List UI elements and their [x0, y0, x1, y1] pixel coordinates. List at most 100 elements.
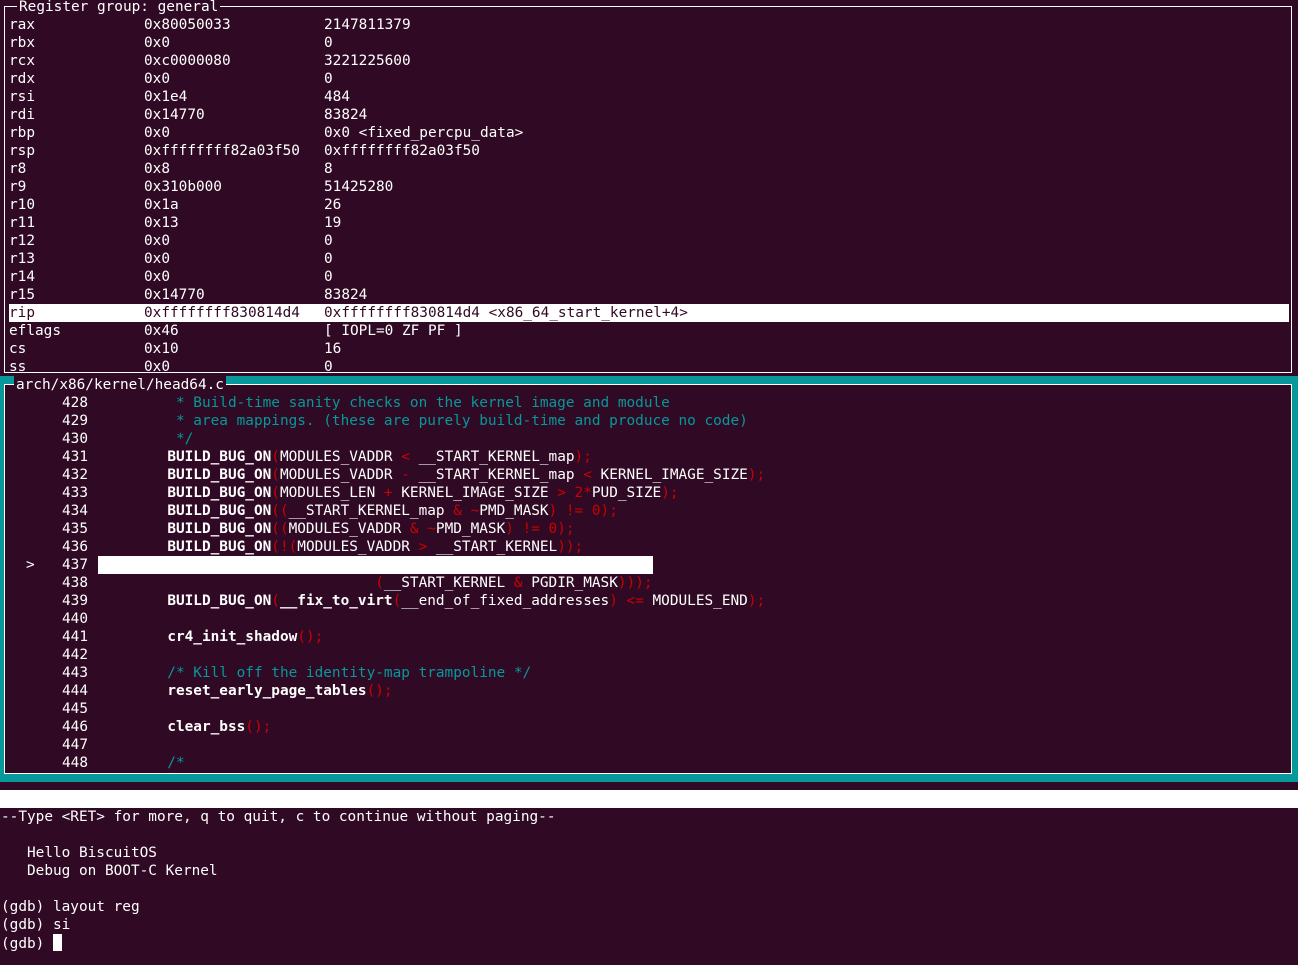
- source-line[interactable]: 434 BUILD_BUG_ON((__START_KERNEL_map & ~…: [8, 502, 1290, 520]
- source-line[interactable]: 438 (__START_KERNEL & PGDIR_MASK)));: [8, 574, 1290, 592]
- register-hex-value: 0x0: [144, 233, 170, 249]
- register-row-r12[interactable]: r12 0x0 0: [9, 232, 1289, 250]
- source-line[interactable]: 444 reset_early_page_tables();: [8, 682, 1290, 700]
- code-token: PMD_MASK: [435, 521, 506, 537]
- register-row-rdi[interactable]: rdi 0x14770 83824: [9, 106, 1289, 124]
- register-hex-value: 0x8: [144, 161, 170, 177]
- register-hex-value: 0x0: [144, 125, 170, 141]
- code-token: ((: [271, 521, 289, 537]
- register-row-r9[interactable]: r9 0x310b000 51425280: [9, 178, 1289, 196]
- line-number: 446: [62, 719, 88, 735]
- register-name: rbx: [9, 35, 35, 51]
- source-line[interactable]: 443 /* Kill off the identity-map trampol…: [8, 664, 1290, 682]
- register-natural-value: 0xffffffff830814d4 <x86_64_start_kernel+…: [324, 305, 688, 321]
- source-line[interactable]: 429 * area mappings. (these are purely b…: [8, 412, 1290, 430]
- source-line[interactable]: 428 * Build-time sanity checks on the ke…: [8, 394, 1290, 412]
- register-name: r10: [9, 197, 35, 213]
- code-token: BUILD_BUG_ON: [167, 449, 272, 465]
- source-lines[interactable]: 428 * Build-time sanity checks on the ke…: [8, 394, 1290, 772]
- source-line[interactable]: 448 /*: [8, 754, 1290, 772]
- register-row-r11[interactable]: r11 0x13 19: [9, 214, 1289, 232]
- register-natural-value: 0: [324, 233, 333, 249]
- line-number: 443: [62, 665, 88, 681]
- register-list[interactable]: rax 0x80050033 2147811379 rbx 0x0 0 rcx 0xc0000…: [9, 16, 1289, 371]
- code-token: __START_KERNEL_map: [409, 467, 584, 483]
- code-token: ();: [297, 629, 324, 645]
- register-name: r8: [9, 161, 27, 177]
- source-line[interactable]: 430 */: [8, 430, 1290, 448]
- register-name: rdx: [9, 71, 35, 87]
- code-token: PUD_SIZE: [591, 485, 662, 501]
- source-line[interactable]: 431 BUILD_BUG_ON(MODULES_VADDR < __START…: [8, 448, 1290, 466]
- register-row-rsp[interactable]: rsp 0xffffffff82a03f50 0xffffffff82a03f50: [9, 142, 1289, 160]
- register-natural-value: 83824: [324, 287, 368, 303]
- code-token: __end_of_fixed_addresses: [401, 593, 610, 609]
- console-prompt-line[interactable]: (gdb): [1, 934, 556, 952]
- register-row-ss[interactable]: ss 0x0 0: [9, 358, 1289, 371]
- line-number: 432: [62, 467, 88, 483]
- register-row-r15[interactable]: r15 0x14770 83824: [9, 286, 1289, 304]
- source-line[interactable]: 433 BUILD_BUG_ON(MODULES_LEN + KERNEL_IM…: [8, 484, 1290, 502]
- source-line[interactable]: 442: [8, 646, 1290, 664]
- source-line[interactable]: 436 BUILD_BUG_ON(!(MODULES_VADDR > __STA…: [8, 538, 1290, 556]
- register-name: rsi: [9, 89, 35, 105]
- source-line[interactable]: 447: [8, 736, 1290, 754]
- code-token: (: [271, 485, 280, 501]
- register-name: r13: [9, 251, 35, 267]
- register-row-rax[interactable]: rax 0x80050033 2147811379: [9, 16, 1289, 34]
- source-line[interactable]: 440: [8, 610, 1290, 628]
- register-hex-value: 0x0: [144, 71, 170, 87]
- register-row-rbp[interactable]: rbp 0x0 0x0 <fixed_percpu_data>: [9, 124, 1289, 142]
- register-natural-value: 0: [324, 359, 333, 371]
- code-token: &: [513, 575, 523, 591]
- source-line-current[interactable]: >437 MAYBE_BUILD_BUG_ON(!(((MODULES_END …: [8, 556, 1290, 574]
- code-token: ));: [557, 539, 584, 555]
- code-token: ) <=: [609, 593, 644, 609]
- line-number: 447: [62, 737, 88, 753]
- source-code: * area mappings. (these are purely build…: [98, 412, 748, 430]
- register-name: ss: [9, 359, 27, 371]
- register-row-eflags[interactable]: eflags 0x46 [ IOPL=0 ZF PF ]: [9, 322, 1289, 340]
- line-number: 440: [62, 611, 88, 627]
- gdb-console[interactable]: --Type <RET> for more, q to quit, c to c…: [1, 808, 556, 952]
- console-line: (gdb) layout reg: [1, 899, 140, 915]
- register-natural-value: 26: [324, 197, 342, 213]
- source-line[interactable]: 439 BUILD_BUG_ON(__fix_to_virt(__end_of_…: [8, 592, 1290, 610]
- register-row-rdx[interactable]: rdx 0x0 0: [9, 70, 1289, 88]
- source-code: BUILD_BUG_ON((__START_KERNEL_map & ~PMD_…: [98, 502, 618, 520]
- register-hex-value: 0x80050033: [144, 17, 231, 33]
- register-row-rsi[interactable]: rsi 0x1e4 484: [9, 88, 1289, 106]
- source-line[interactable]: 445: [8, 700, 1290, 718]
- register-window[interactable]: Register group: general rax 0x80050033 214…: [4, 0, 1292, 373]
- register-window-title: Register group: general: [17, 0, 221, 16]
- register-row-rip[interactable]: rip 0xffffffff830814d4 0xffffffff830814d4 …: [9, 304, 1289, 322]
- register-row-r10[interactable]: r10 0x1a 26: [9, 196, 1289, 214]
- register-name: rip: [9, 305, 35, 321]
- code-token: clear_bss: [167, 719, 246, 735]
- register-row-rcx[interactable]: rcx 0xc0000080 3221225600: [9, 52, 1289, 70]
- register-row-r8[interactable]: r8 0x8 8: [9, 160, 1289, 178]
- source-line[interactable]: 441 cr4_init_shadow();: [8, 628, 1290, 646]
- source-code: BUILD_BUG_ON(__fix_to_virt(__end_of_fixe…: [98, 592, 765, 610]
- text-cursor: [52, 934, 62, 951]
- code-token: ~: [470, 503, 480, 519]
- code-token: (: [98, 575, 384, 591]
- source-code: /*: [98, 754, 184, 772]
- register-natural-value: 2147811379: [324, 17, 411, 33]
- source-line[interactable]: 446 clear_bss();: [8, 718, 1290, 736]
- code-token: );: [747, 467, 766, 483]
- source-line[interactable]: 435 BUILD_BUG_ON((MODULES_VADDR & ~PMD_M…: [8, 520, 1290, 538]
- source-window[interactable]: arch/x86/kernel/head64.c 428 * Build-tim…: [0, 376, 1298, 782]
- source-line[interactable]: 432 BUILD_BUG_ON(MODULES_VADDR - __START…: [8, 466, 1290, 484]
- register-row-r13[interactable]: r13 0x0 0: [9, 250, 1289, 268]
- register-row-rbx[interactable]: rbx 0x0 0: [9, 34, 1289, 52]
- source-code: BUILD_BUG_ON(MODULES_LEN + KERNEL_IMAGE_…: [98, 484, 678, 502]
- console-line: (gdb) si: [1, 917, 71, 933]
- line-number: 438: [62, 575, 88, 591]
- console-output: --Type <RET> for more, q to quit, c to c…: [1, 808, 556, 934]
- line-number: 439: [62, 593, 88, 609]
- register-row-r14[interactable]: r14 0x0 0: [9, 268, 1289, 286]
- register-row-cs[interactable]: cs 0x10 16: [9, 340, 1289, 358]
